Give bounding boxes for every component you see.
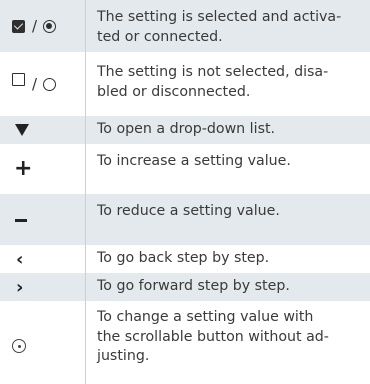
plus-icon: + [14,156,33,181]
legend-row-dropdown: To open a drop-down list. [0,116,370,144]
legend-description: The setting is selected and activa- ted … [85,0,370,52]
description-line: the scrollable button without ad- [97,328,329,345]
description-line: To open a drop-down list. [97,121,276,137]
legend-description: To open a drop-down list. [85,116,370,144]
legend-description: To go back step by step. [85,245,370,273]
selected-radio-icon [43,19,57,33]
slash-separator: / [32,75,38,93]
legend-symbol-cell: ‹ [0,245,85,273]
legend-symbol-cell [0,116,85,144]
legend-description: To increase a setting value. [85,144,370,194]
description-line: The setting is not selected, disa- [97,64,329,80]
legend-symbol-cell: + [0,144,85,194]
legend-symbol-cell: › [0,273,85,301]
checked-checkbox-icon [12,19,25,33]
legend-symbol-cell [0,194,85,245]
legend-row-not-selected: / The setting is not selected, disa- ble… [0,52,370,116]
legend-row-increase: + To increase a setting value. [0,144,370,194]
legend-description: To reduce a setting value. [85,194,370,245]
legend-symbol-cell: / [0,52,85,116]
legend-symbol-cell: / [0,0,85,52]
chevron-left-icon: ‹ [16,248,24,270]
legend-row-scroll-button: To change a setting value with the scrol… [0,301,370,384]
legend-row-back: ‹ To go back step by step. [0,245,370,273]
minus-icon [15,219,27,222]
chevron-right-icon: › [16,276,24,298]
legend-description: To go forward step by step. [85,273,370,301]
scroll-dial-icon [12,339,26,353]
description-line: To go back step by step. [97,250,270,266]
empty-radio-icon [43,77,57,91]
legend-description: The setting is not selected, disa- bled … [85,52,370,116]
description-line: To increase a setting value. [97,153,291,169]
description-line: To go forward step by step. [97,278,290,294]
description-line: To reduce a setting value. [97,203,280,219]
legend-row-selected: / The setting is selected and activa- te… [0,0,370,52]
empty-checkbox-icon [12,72,25,86]
dropdown-triangle-icon [15,124,29,136]
description-line: The setting is selected and activa- [97,9,342,25]
legend-description: To change a setting value with the scrol… [85,301,370,384]
description-line: bled or disconnected. [97,83,251,100]
description-line: ted or connected. [97,28,223,45]
description-line: To change a setting value with [97,309,314,325]
legend-symbol-cell [0,301,85,384]
legend-row-reduce: To reduce a setting value. [0,194,370,245]
description-line: justing. [97,348,150,365]
slash-separator: / [32,17,38,35]
legend-row-forward: › To go forward step by step. [0,273,370,301]
